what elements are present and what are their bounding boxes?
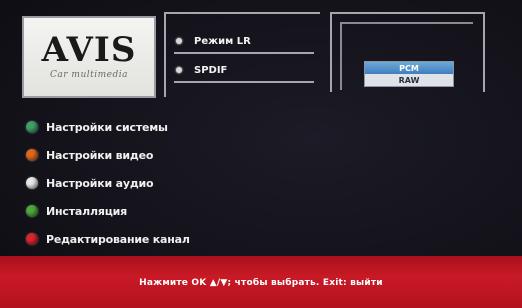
option-lr-mode[interactable]: Режим LR [174, 30, 314, 54]
green-dot-icon [26, 205, 38, 217]
value-option-raw[interactable]: RAW [365, 75, 453, 86]
orange-dot-icon [26, 149, 38, 161]
menu-item-label: Редактирование канал [46, 232, 190, 246]
menu-item-label: Настройки системы [46, 120, 168, 134]
setup-screen: AVIS Car multimedia Настройки системы На… [0, 0, 522, 308]
menu-item-label: Инсталляция [46, 204, 128, 218]
logo-tagline: Car multimedia [50, 70, 128, 80]
option-spdif[interactable]: SPDIF [174, 59, 314, 83]
brand-logo: AVIS Car multimedia [22, 16, 156, 98]
logo-brand-name: AVIS [41, 30, 137, 70]
bullet-icon [176, 38, 182, 44]
bullet-icon [176, 67, 182, 73]
menu-item-channel-edit[interactable]: Редактирование канал [26, 230, 190, 248]
option-label: Режим LR [194, 35, 251, 47]
help-bar: Нажмите OK ▲/▼; чтобы выбрать. Exit: вый… [0, 256, 522, 308]
red-dot-icon [26, 233, 38, 245]
menu-item-label: Настройки видео [46, 148, 154, 162]
menu-item-system-settings[interactable]: Настройки системы [26, 118, 176, 136]
value-panel: PCM RAW [330, 12, 485, 92]
spdif-value-list[interactable]: PCM RAW [364, 61, 454, 87]
option-label: SPDIF [194, 64, 228, 76]
value-option-pcm[interactable]: PCM [365, 63, 453, 74]
help-text: Нажмите OK ▲/▼; чтобы выбрать. Exit: вый… [139, 278, 383, 288]
white-dot-icon [26, 177, 38, 189]
green-dot-icon [26, 121, 38, 133]
menu-item-audio-settings[interactable]: Настройки аудио [26, 174, 176, 192]
menu-item-video-settings[interactable]: Настройки видео [26, 146, 176, 164]
value-panel-frame: PCM RAW [340, 22, 473, 90]
audio-options-panel: Режим LR SPDIF [164, 12, 320, 97]
menu-item-installation[interactable]: Инсталляция [26, 202, 176, 220]
menu-item-label: Настройки аудио [46, 176, 154, 190]
